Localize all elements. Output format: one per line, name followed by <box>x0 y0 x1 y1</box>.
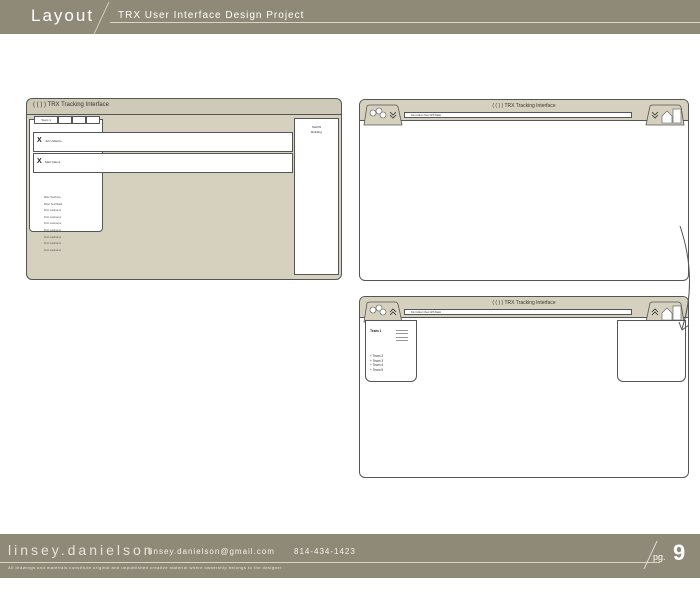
designer-name: linsey.danielson <box>8 542 155 558</box>
mockup1-title: ( ( ) ) TRX Tracking Interface <box>33 102 109 108</box>
tab-blank-2[interactable] <box>72 116 86 124</box>
mockup-tracking-interface-1: ( ( ) ) TRX Tracking Interface Team 1 Mi… <box>26 98 342 280</box>
copyright-note: All drawings and materials constitute or… <box>8 565 284 570</box>
team-member-lines <box>396 330 408 343</box>
page-header <box>0 0 700 34</box>
mockup-tracking-interface-2: ( ( ) ) TRX Tracking Interface File Inci… <box>359 99 689 281</box>
team-expanded-panel: Team 1 + Team 2 + Team 3 + Team 4 + Team… <box>365 320 417 382</box>
member-name: John Mastro <box>45 139 62 143</box>
list-item <box>396 330 408 331</box>
mockup2-title: ( ( ) ) TRX Tracking Interface <box>492 103 556 109</box>
member-card[interactable]: X John Mastro <box>33 132 293 152</box>
flow-arrow-icon <box>678 225 691 331</box>
designer-email: linsey.danielson@gmail.com <box>148 547 275 556</box>
list-item[interactable]: Mike Smithson <box>44 195 62 202</box>
section-title: Layout <box>31 6 95 25</box>
mockup1-titlebar: ( ( ) ) TRX Tracking Interface <box>27 99 341 115</box>
list-item[interactable]: First Lastname <box>44 248 62 255</box>
mockup2-menu-bar[interactable]: File Incident View GPS Radio <box>404 112 632 118</box>
tab-blank-3[interactable] <box>86 116 100 124</box>
list-item[interactable]: First Lastname <box>44 241 62 248</box>
list-item[interactable]: First Lastname <box>44 221 62 228</box>
team-dropdown-icon[interactable] <box>363 104 403 126</box>
list-item[interactable]: + Team 2 <box>370 354 383 359</box>
list-item <box>396 333 408 335</box>
list-item[interactable]: First Lastname <box>44 208 62 215</box>
list-item[interactable]: First Lastname <box>44 215 62 222</box>
team-heading[interactable]: Team 1 <box>370 329 381 333</box>
list-item[interactable]: First Lastname <box>44 228 62 235</box>
team-list: + Team 2 + Team 3 + Team 4 + Team 5 <box>370 354 383 372</box>
building-panel-label: SHOW Building <box>311 125 322 134</box>
remove-icon[interactable]: X <box>37 137 42 144</box>
mockup1-building-panel: SHOW Building <box>294 118 339 275</box>
mockup-tracking-interface-3: ( ( ) ) TRX Tracking Interface File Inci… <box>359 296 689 478</box>
page-number: 9 <box>673 540 686 565</box>
designer-phone: 814-434-1423 <box>294 547 356 556</box>
list-item <box>396 336 408 338</box>
list-item[interactable]: + Team 5 <box>370 368 383 373</box>
mockup3-title: ( ( ) ) TRX Tracking Interface <box>492 300 556 306</box>
footer-rule <box>0 562 660 563</box>
page-label: pg. <box>653 552 666 562</box>
remove-icon[interactable]: X <box>37 158 42 165</box>
member-name: Matt Gianni <box>45 160 61 164</box>
tab-blank-1[interactable] <box>58 116 72 124</box>
header-rule <box>110 22 700 23</box>
list-item[interactable]: Brian Smithfield <box>44 202 62 209</box>
mockup3-menu-bar[interactable]: File Incident View GPS Radio <box>404 309 632 315</box>
project-title: TRX User Interface Design Project <box>118 10 305 21</box>
list-item[interactable]: First Lastname <box>44 235 62 242</box>
tab-team-1[interactable]: Team 1 <box>34 116 58 124</box>
member-card[interactable]: X Matt Gianni <box>33 153 293 173</box>
list-item <box>396 339 408 341</box>
building-dropdown-icon[interactable] <box>645 104 685 126</box>
team-member-list: Mike Smithson Brian Smithfield First Las… <box>44 195 62 254</box>
